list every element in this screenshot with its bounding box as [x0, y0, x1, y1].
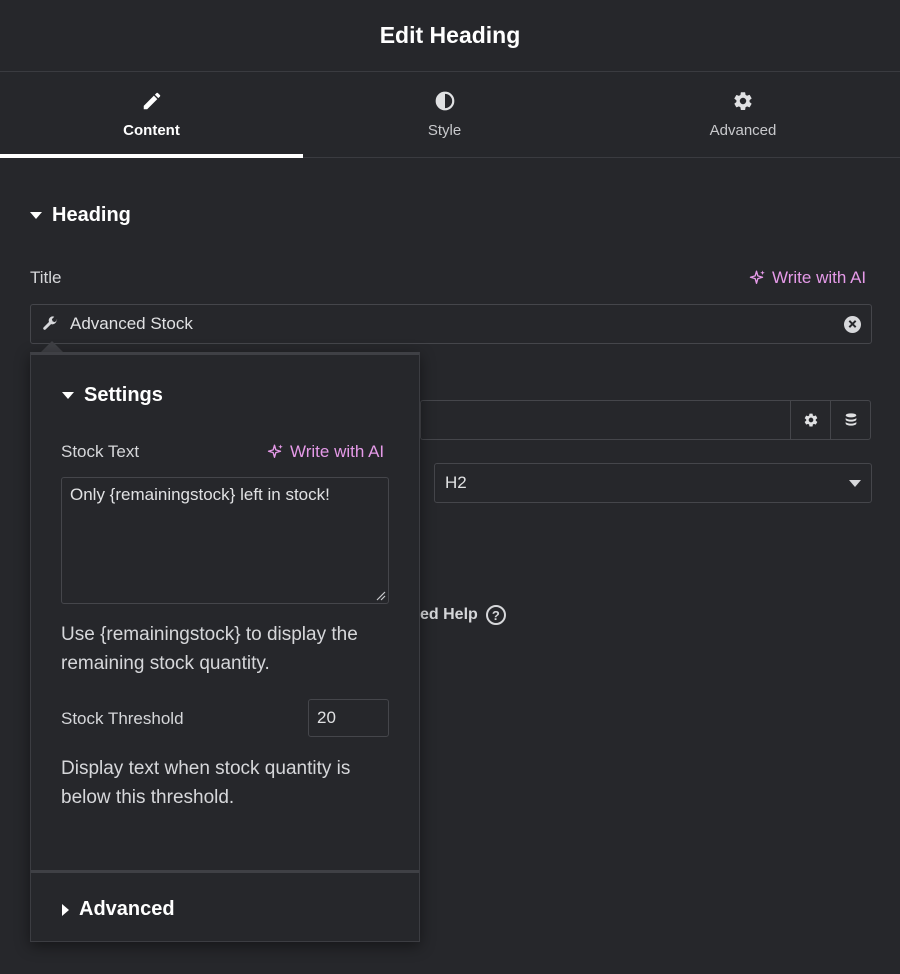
caret-right-icon [62, 903, 69, 916]
link-input[interactable] [420, 400, 790, 440]
database-icon [845, 413, 856, 426]
tab-label: Style [427, 122, 462, 139]
ai-label: Write with AI [290, 442, 385, 461]
tab-label: Advanced [709, 122, 777, 139]
title-label: Title [30, 268, 62, 287]
tab-advanced[interactable]: Advanced [586, 72, 900, 157]
settings-section-toggle[interactable]: Settings [62, 384, 163, 407]
tab-bar: Content Style Advanced [0, 72, 900, 158]
section-heading-toggle[interactable]: Heading [30, 204, 131, 227]
half-circle-icon [435, 91, 454, 111]
caret-down-icon [30, 212, 42, 219]
tab-label: Content [123, 122, 180, 139]
advanced-title: Advanced [79, 898, 175, 920]
clear-icon[interactable] [844, 315, 861, 333]
dynamic-tags-button[interactable] [830, 400, 871, 440]
page-title: Edit Heading [379, 22, 521, 48]
threshold-input[interactable]: 20 [308, 699, 389, 737]
sparkle-icon [749, 270, 765, 284]
threshold-value: 20 [317, 708, 336, 727]
editor-panel: Edit Heading Content Style Advanced Head… [0, 0, 900, 974]
write-with-ai-button[interactable]: Write with AI [267, 442, 384, 462]
help-text: ed Help [420, 606, 478, 623]
chevron-down-icon [849, 479, 861, 487]
tab-style[interactable]: Style [303, 72, 586, 157]
threshold-description: Display text when stock quantity is belo… [61, 758, 351, 808]
settings-title: Settings [84, 384, 163, 406]
threshold-label: Stock Threshold [61, 709, 184, 728]
dynamic-tag-settings-popover: Settings Stock Text Write with AI Only {… [30, 352, 420, 942]
title-value: Advanced Stock [70, 314, 193, 333]
question-circle-icon: ? [485, 605, 506, 625]
resize-grip-icon[interactable] [376, 591, 386, 601]
html-tag-value: H2 [445, 473, 467, 492]
title-input[interactable]: Advanced Stock [30, 304, 872, 344]
link-options-button[interactable] [790, 400, 831, 440]
stock-text-value: Only {remainingstock} left in stock! [70, 485, 330, 504]
panel-header: Edit Heading [0, 0, 900, 72]
html-tag-select[interactable]: H2 [434, 463, 872, 503]
tab-content[interactable]: Content [0, 72, 303, 158]
pencil-icon [143, 92, 160, 110]
help-link[interactable]: ed Help ? [420, 605, 506, 625]
ai-label: Write with AI [772, 268, 867, 287]
write-with-ai-button[interactable]: Write with AI [749, 268, 866, 288]
wrench-icon[interactable] [41, 315, 59, 333]
gear-icon [734, 92, 752, 110]
stock-text-description: Use {remainingstock} to display the rema… [61, 624, 358, 674]
sparkle-icon [267, 444, 283, 458]
section-title: Heading [52, 204, 131, 226]
advanced-section-toggle[interactable]: Advanced [62, 898, 175, 921]
caret-down-icon [62, 392, 74, 399]
gear-icon [804, 413, 817, 427]
divider [31, 870, 419, 873]
stock-text-label: Stock Text [61, 442, 140, 461]
stock-text-textarea[interactable]: Only {remainingstock} left in stock! [61, 477, 389, 604]
